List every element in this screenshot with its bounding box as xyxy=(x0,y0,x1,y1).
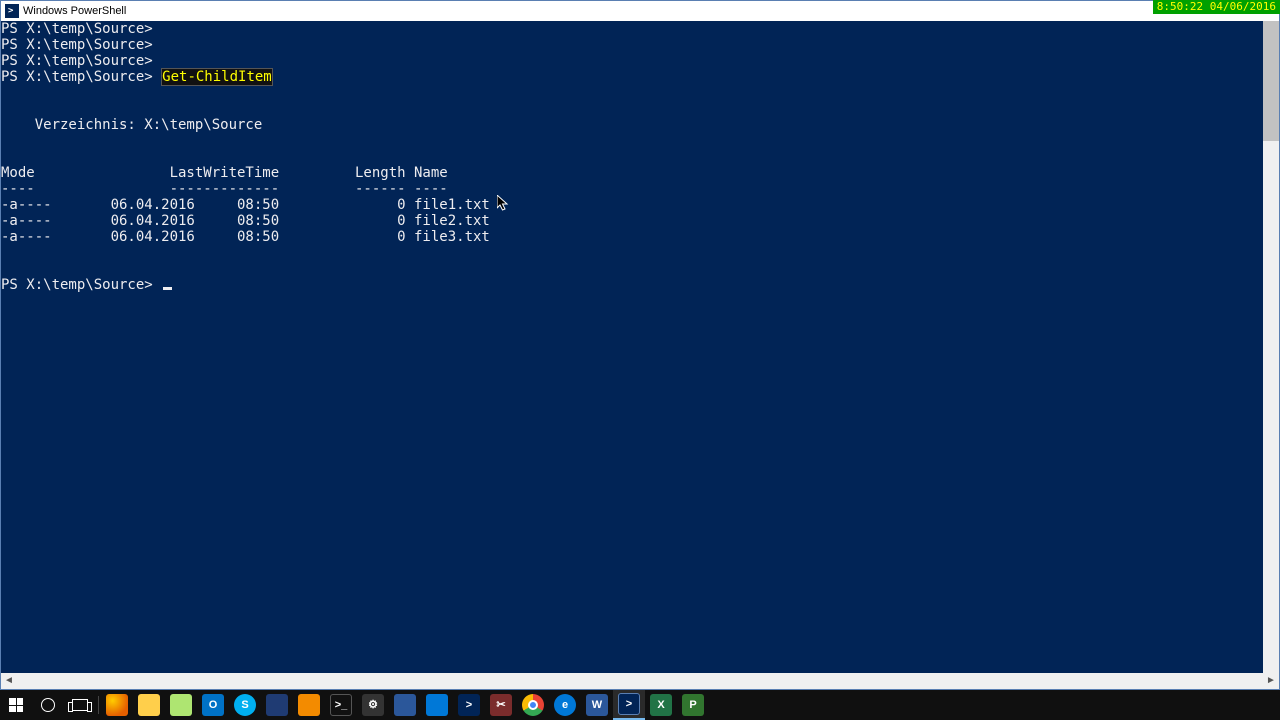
prompt-line: PS X:\temp\Source> xyxy=(1,37,153,53)
taskbar-app-project[interactable]: P xyxy=(677,690,709,720)
chrome-icon xyxy=(522,694,544,716)
taskbar-app-notepadpp[interactable] xyxy=(165,690,197,720)
taskbar-app-excel[interactable]: X xyxy=(645,690,677,720)
desktop-clock-overlay: 8:50:22 04/06/2016 xyxy=(1153,0,1280,14)
taskbar-app-cmd[interactable]: >_ xyxy=(325,690,357,720)
edge-icon: e xyxy=(554,694,576,716)
output-row: -a---- 06.04.2016 08:50 0 file3.txt xyxy=(1,229,490,245)
prompt-line: PS X:\temp\Source> xyxy=(1,53,153,69)
taskbar-app-powershell-active[interactable]: > xyxy=(613,690,645,720)
taskbar-app-skype[interactable]: S xyxy=(229,690,261,720)
cmd-icon: >_ xyxy=(330,694,352,716)
powershell-window: Windows PowerShell PS X:\temp\Source> PS… xyxy=(0,0,1280,690)
folder-icon xyxy=(138,694,160,716)
notepadpp-icon xyxy=(170,694,192,716)
circle-icon xyxy=(41,698,55,712)
skype-icon: S xyxy=(234,694,256,716)
powershell-icon: > xyxy=(618,693,640,715)
terminal-cursor xyxy=(163,287,172,290)
taskbar-app-chrome[interactable] xyxy=(517,690,549,720)
scroll-left-button[interactable]: ◄ xyxy=(1,673,17,689)
window-titlebar[interactable]: Windows PowerShell xyxy=(1,1,1279,21)
taskbar-app-snip[interactable]: ✂ xyxy=(485,690,517,720)
taskbar-app-outlook[interactable]: O xyxy=(197,690,229,720)
taskbar-app-edge[interactable]: e xyxy=(549,690,581,720)
scroll-right-button[interactable]: ► xyxy=(1263,673,1279,689)
excel-icon: X xyxy=(650,694,672,716)
services-icon xyxy=(394,694,416,716)
snip-icon: ✂ xyxy=(490,694,512,716)
outlook-icon: O xyxy=(202,694,224,716)
virtualbox-icon xyxy=(266,694,288,716)
vertical-scrollbar[interactable] xyxy=(1263,21,1279,673)
terminal[interactable]: PS X:\temp\Source> PS X:\temp\Source> PS… xyxy=(1,21,1263,673)
taskview-icon xyxy=(72,699,88,711)
firefox-icon xyxy=(106,694,128,716)
vertical-scrollbar-thumb[interactable] xyxy=(1263,21,1279,141)
output-rule: ---- ------------- ------ ---- xyxy=(1,181,448,197)
taskbar-app-services[interactable] xyxy=(389,690,421,720)
windows-icon xyxy=(9,698,23,712)
output-row: -a---- 06.04.2016 08:50 0 file2.txt xyxy=(1,213,490,229)
prompt-line: PS X:\temp\Source> xyxy=(1,21,153,37)
gear-icon: ⚙ xyxy=(362,694,384,716)
prompt-line: PS X:\temp\Source> xyxy=(1,69,161,85)
taskview-button[interactable] xyxy=(64,690,96,720)
powershell-icon xyxy=(5,4,19,18)
word-icon: W xyxy=(586,694,608,716)
cortana-button[interactable] xyxy=(32,690,64,720)
taskbar-app-firefox[interactable] xyxy=(101,690,133,720)
taskbar-separator xyxy=(98,696,99,714)
command-text: Get-ChildItem xyxy=(161,68,273,86)
terminal-wrapper: PS X:\temp\Source> PS X:\temp\Source> PS… xyxy=(1,21,1279,689)
taskbar-app-vscode[interactable] xyxy=(421,690,453,720)
horizontal-scrollbar[interactable]: ◄ ► xyxy=(1,673,1279,689)
taskbar-app-explorer[interactable] xyxy=(133,690,165,720)
powershell-icon: > xyxy=(458,694,480,716)
start-button[interactable] xyxy=(0,690,32,720)
taskbar-app-vmware[interactable] xyxy=(293,690,325,720)
prompt-line: PS X:\temp\Source> xyxy=(1,277,161,293)
output-row: -a---- 06.04.2016 08:50 0 file1.txt xyxy=(1,197,490,213)
project-icon: P xyxy=(682,694,704,716)
vscode-icon xyxy=(426,694,448,716)
vmware-icon xyxy=(298,694,320,716)
output-header: Mode LastWriteTime Length Name xyxy=(1,165,448,181)
taskbar-app-word[interactable]: W xyxy=(581,690,613,720)
window-title: Windows PowerShell xyxy=(23,5,126,17)
taskbar-app-virtualbox[interactable] xyxy=(261,690,293,720)
taskbar-app-settings[interactable]: ⚙ xyxy=(357,690,389,720)
output-directory-label: Verzeichnis: X:\temp\Source xyxy=(1,117,262,133)
taskbar-app-powershell[interactable]: > xyxy=(453,690,485,720)
taskbar: O S >_ ⚙ > ✂ e W > X P xyxy=(0,690,1280,720)
